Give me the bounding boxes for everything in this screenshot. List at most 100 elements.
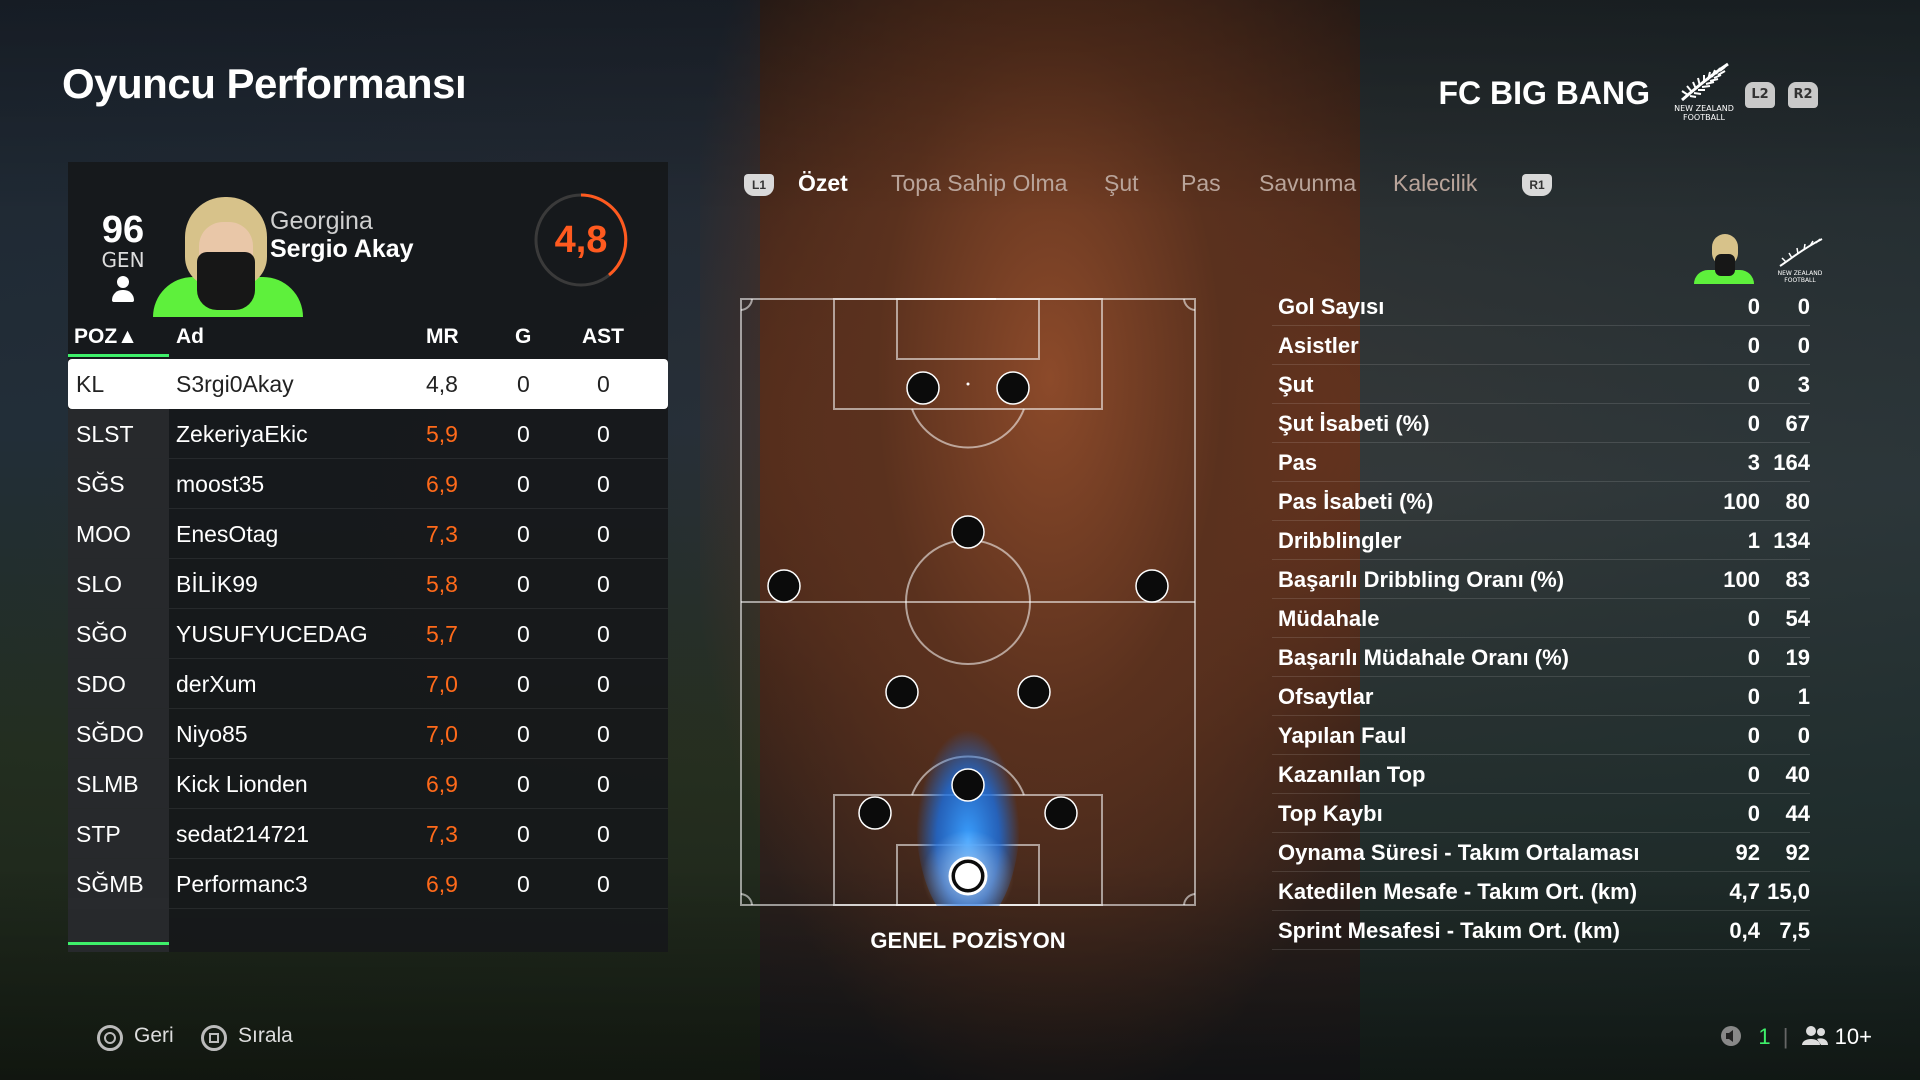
user-icon xyxy=(110,276,136,304)
stat-label: Dribblingler xyxy=(1278,528,1402,553)
player-rows: KL S3rgi0Akay 4,8 0 0 SLST ZekeriyaEkic … xyxy=(68,359,668,909)
row-ast: 0 xyxy=(597,771,610,797)
l1-button[interactable]: L1 xyxy=(744,174,774,196)
stat-team-value: 0 xyxy=(1797,333,1810,358)
row-name: sedat214721 xyxy=(176,821,310,847)
back-button[interactable]: Geri xyxy=(134,1024,174,1048)
table-row[interactable]: SĞO YUSUFYUCEDAG 5,7 0 0 xyxy=(68,609,668,659)
status-divider: | xyxy=(1782,1024,1789,1049)
stat-team-value: 44 xyxy=(1785,801,1810,826)
row-pos: SĞMB xyxy=(76,871,144,897)
stats-table: Gol Sayısı 0 0 Asistler 0 0 Şut 0 3 Şut İsabet… xyxy=(1272,287,1810,950)
stat-row: Oynama Süresi - Takım Ortalaması 92 92 xyxy=(1272,833,1810,872)
row-pos: SLMB xyxy=(76,771,139,797)
tab-topa-sahip-olma[interactable]: Topa Sahip Olma xyxy=(891,170,1067,197)
table-row[interactable]: SĞDO Niyo85 7,0 0 0 xyxy=(68,709,668,759)
sort-button[interactable]: Sırala xyxy=(238,1024,293,1048)
row-g: 0 xyxy=(517,821,530,847)
row-mr: 6,9 xyxy=(426,471,458,497)
row-ast: 0 xyxy=(597,871,610,897)
table-row[interactable]: MOO EnesOtag 7,3 0 0 xyxy=(68,509,668,559)
row-ast: 0 xyxy=(597,421,610,447)
row-ast: 0 xyxy=(597,821,610,847)
stat-team-value: 19 xyxy=(1785,645,1810,670)
row-name: Niyo85 xyxy=(176,721,248,747)
tab-sut[interactable]: Şut xyxy=(1104,170,1139,197)
tab-pas[interactable]: Pas xyxy=(1181,170,1221,197)
stat-team-value: 40 xyxy=(1785,762,1810,787)
party-count: 10+ xyxy=(1834,1024,1872,1049)
voice-count: 1 xyxy=(1758,1024,1771,1049)
player-column-avatar xyxy=(1694,232,1754,284)
table-row[interactable]: SLO BİLİK99 5,8 0 0 xyxy=(68,559,668,609)
stat-label: Asistler xyxy=(1278,333,1359,358)
stat-row: Şut 0 3 xyxy=(1272,365,1810,404)
player-marker xyxy=(1017,675,1051,709)
circle-button-icon[interactable] xyxy=(97,1025,123,1051)
match-rating: 4,8 xyxy=(554,219,608,261)
tab-savunma[interactable]: Savunma xyxy=(1259,170,1356,197)
player-first-name: Georgina xyxy=(270,207,373,235)
header-ast[interactable]: AST xyxy=(582,325,624,349)
row-name: BİLİK99 xyxy=(176,571,258,597)
row-pos: KL xyxy=(76,371,105,397)
stat-label: Oynama Süresi - Takım Ortalaması xyxy=(1278,840,1640,865)
stat-player-value: 4,7 xyxy=(1729,879,1760,904)
row-name: Performanc3 xyxy=(176,871,308,897)
stat-label: Şut İsabeti (%) xyxy=(1278,411,1430,436)
stat-team-value: 15,0 xyxy=(1767,879,1810,904)
row-mr: 5,9 xyxy=(426,421,458,447)
row-pos: SDO xyxy=(76,671,126,697)
square-button-icon[interactable] xyxy=(201,1025,227,1051)
stat-team-value: 134 xyxy=(1773,528,1810,553)
row-g: 0 xyxy=(517,521,530,547)
tab-ozet[interactable]: Özet xyxy=(798,170,848,197)
l2-button[interactable]: L2 xyxy=(1745,82,1775,108)
row-pos: SĞS xyxy=(76,471,125,497)
stat-label: Başarılı Dribbling Oranı (%) xyxy=(1278,567,1565,592)
speaker-icon xyxy=(1721,1026,1742,1046)
row-mr: 7,0 xyxy=(426,671,458,697)
table-row[interactable]: KL S3rgi0Akay 4,8 0 0 xyxy=(68,359,668,409)
row-name: S3rgi0Akay xyxy=(176,371,294,397)
stat-team-value: 1 xyxy=(1797,684,1810,709)
player-marker xyxy=(1135,569,1169,603)
table-row[interactable]: SLMB Kick Lionden 6,9 0 0 xyxy=(68,759,668,809)
stat-row: Top Kaybı 0 44 xyxy=(1272,794,1810,833)
row-g: 0 xyxy=(517,421,530,447)
stat-player-value: 0 xyxy=(1747,645,1760,670)
player-marker xyxy=(906,371,940,405)
header-g[interactable]: G xyxy=(515,325,531,349)
fern-icon xyxy=(1779,238,1823,267)
stat-label: Pas xyxy=(1278,450,1318,475)
player-marker xyxy=(1044,796,1078,830)
party-icon xyxy=(1801,1026,1828,1045)
row-g: 0 xyxy=(517,371,530,397)
row-mr: 5,8 xyxy=(426,571,458,597)
stat-row: Dribblingler 1 134 xyxy=(1272,521,1810,560)
row-pos: MOO xyxy=(76,521,131,547)
stat-player-value: 3 xyxy=(1747,450,1760,475)
table-row[interactable]: SDO derXum 7,0 0 0 xyxy=(68,659,668,709)
header-name[interactable]: Ad xyxy=(176,325,204,349)
stat-row: Şut İsabeti (%) 0 67 xyxy=(1272,404,1810,443)
r2-button[interactable]: R2 xyxy=(1788,82,1818,108)
stat-label: Başarılı Müdahale Oranı (%) xyxy=(1278,645,1569,670)
table-row[interactable]: STP sedat214721 7,3 0 0 xyxy=(68,809,668,859)
stat-player-value: 0,4 xyxy=(1729,918,1760,943)
row-name: YUSUFYUCEDAG xyxy=(176,621,368,647)
r1-button[interactable]: R1 xyxy=(1522,174,1552,196)
tab-kalecilik[interactable]: Kalecilik xyxy=(1393,170,1477,197)
table-row[interactable]: SLST ZekeriyaEkic 5,9 0 0 xyxy=(68,409,668,459)
stat-row: Pas 3 164 xyxy=(1272,443,1810,482)
header-pos[interactable]: POZ▲ xyxy=(74,325,138,349)
row-g: 0 xyxy=(517,471,530,497)
table-row[interactable]: SĞS moost35 6,9 0 0 xyxy=(68,459,668,509)
stat-team-value: 67 xyxy=(1785,411,1810,436)
stat-row: Gol Sayısı 0 0 xyxy=(1272,287,1810,326)
header-mr[interactable]: MR xyxy=(426,325,459,349)
stat-label: Ofsaytlar xyxy=(1278,684,1374,709)
player-marker xyxy=(885,675,919,709)
match-rating-ring: 4,8 xyxy=(533,192,629,288)
stat-player-value: 0 xyxy=(1747,684,1760,709)
